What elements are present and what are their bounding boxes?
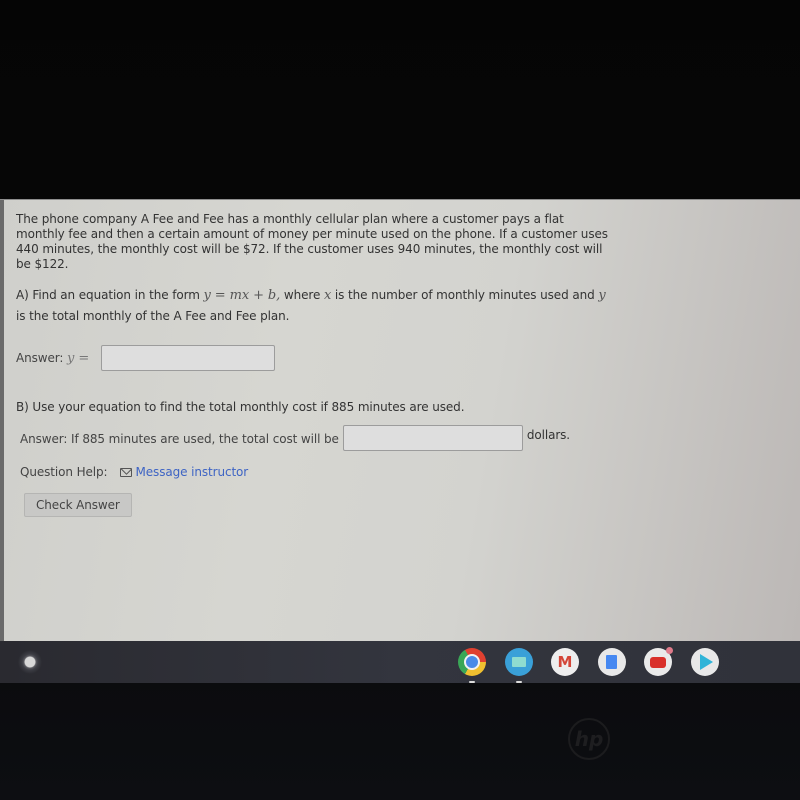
part-b-question: B) Use your equation to find the total m… xyxy=(16,400,465,414)
notification-badge xyxy=(666,647,673,654)
docs-icon[interactable] xyxy=(597,648,626,676)
youtube-icon[interactable] xyxy=(644,647,673,676)
running-indicator xyxy=(469,681,475,683)
running-indicator xyxy=(515,681,522,683)
part-a-middle: where xyxy=(280,288,324,302)
launcher-icon[interactable] xyxy=(18,650,42,674)
part-a-suffix: is the total monthly of the A Fee and Fe… xyxy=(16,309,290,323)
question-panel: The phone company A Fee and Fee has a mo… xyxy=(16,212,616,517)
part-a-question: A) Find an equation in the form y = mx +… xyxy=(16,285,616,326)
message-instructor-link[interactable]: Message instructor xyxy=(136,465,249,479)
part-b-answer-label: Answer: If 885 minutes are used, the tot… xyxy=(20,432,339,446)
browser-content: The phone company A Fee and Fee has a mo… xyxy=(0,199,800,641)
part-a-middle2: is the number of monthly minutes used an… xyxy=(331,288,599,302)
mail-icon xyxy=(119,467,132,477)
part-a-answer-label: Answer: y = xyxy=(16,351,89,366)
equation-form: y = mx + b, xyxy=(203,288,281,303)
answer-var: y = xyxy=(67,350,90,366)
chromeos-shelf: M xyxy=(0,641,800,683)
part-a-prefix: A) Find an equation in the form xyxy=(16,288,204,302)
hp-logo: hp xyxy=(568,718,610,760)
check-answer-button[interactable]: Check Answer xyxy=(24,493,132,517)
shelf-apps: M xyxy=(458,641,737,683)
equation-input[interactable] xyxy=(101,345,276,371)
gmail-icon[interactable]: M xyxy=(551,648,579,676)
chrome-icon[interactable] xyxy=(458,648,486,683)
question-help-label: Question Help: xyxy=(20,465,108,479)
files-icon[interactable] xyxy=(504,648,533,683)
problem-statement: The phone company A Fee and Fee has a mo… xyxy=(16,212,608,271)
answer-label-text: Answer: xyxy=(16,350,68,365)
play-store-icon[interactable] xyxy=(690,648,719,676)
question-help: Question Help: Message instructor xyxy=(20,465,616,479)
var-y: y xyxy=(598,288,606,303)
part-a-answer-row: Answer: y = xyxy=(16,345,616,371)
total-cost-input[interactable] xyxy=(342,425,523,451)
unit-label: dollars. xyxy=(526,428,571,442)
part-b-answer-row: Answer: If 885 minutes are used, the tot… xyxy=(16,425,616,451)
